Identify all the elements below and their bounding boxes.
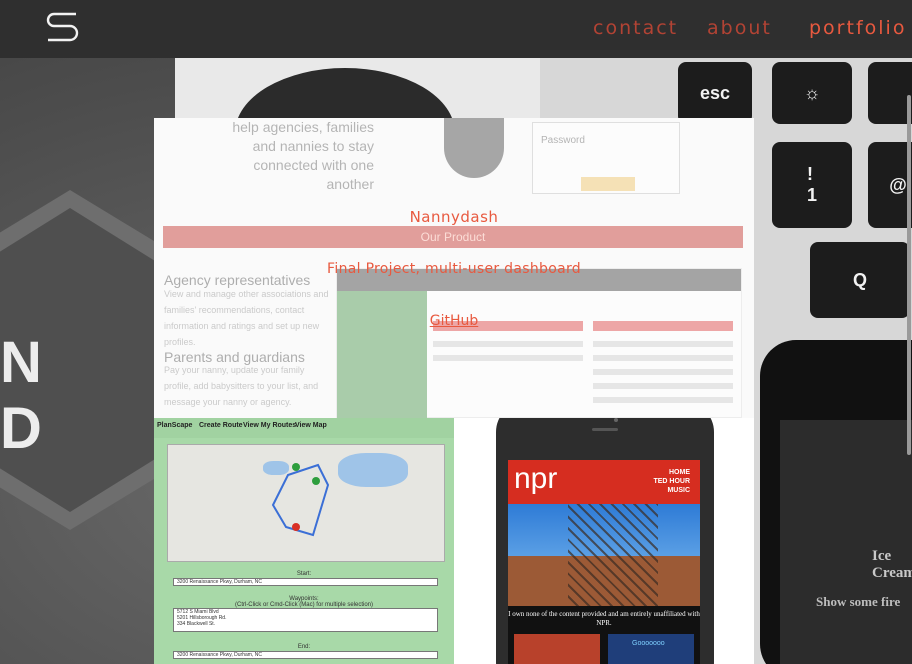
screenshot-text-parents: Pay your nanny, update your family profi… (164, 365, 319, 407)
npr-logo: npr (514, 462, 558, 495)
esc-key: esc (678, 62, 752, 124)
npr-tower (568, 504, 658, 606)
phone-text-fire: Show some fire (816, 594, 901, 609)
project-card-npr[interactable]: npr HOME TED HOUR MUSIC I own none of th… (454, 418, 754, 664)
two-key: @ (868, 142, 912, 228)
one-key: ! 1 (772, 142, 852, 228)
speaker-icon (592, 428, 618, 431)
npr-disclaimer: I own none of the content provided and a… (508, 606, 700, 632)
map-marker-icon (312, 477, 320, 485)
npr-screen: npr HOME TED HOUR MUSIC I own none of th… (508, 460, 700, 664)
npr-thumbnail: Gooooooo (608, 634, 694, 664)
planscape-nav: PlanScape Create Route View My Routes Vi… (154, 418, 454, 438)
background-phone-screen (780, 420, 912, 664)
f2-key (868, 62, 912, 124)
start-label: Start: (296, 571, 312, 577)
npr-header: npr HOME TED HOUR MUSIC (508, 460, 700, 504)
s-monogram-icon[interactable] (45, 11, 79, 45)
github-link[interactable]: GitHub (154, 313, 754, 329)
screenshot-tagline: help agencies, families and nannies to s… (232, 119, 374, 192)
project-description: Final Project, multi-user dashboard (327, 261, 581, 277)
start-select[interactable]: 3200 Renaissance Pkwy, Durham, NC (173, 578, 438, 586)
end-select[interactable]: 3200 Renaissance Pkwy, Durham, NC (173, 651, 438, 659)
map-marker-icon (292, 523, 300, 531)
camera-icon (614, 418, 618, 422)
screenshot-login-box: Password (532, 122, 680, 194)
project-card-nannydash[interactable]: help agencies, families and nannies to s… (154, 118, 754, 418)
screenshot-dashboard (336, 268, 742, 418)
planscape-map (167, 444, 445, 562)
end-label: End: (297, 644, 311, 650)
phone-text-icecream: Ice Cream (872, 548, 912, 581)
screenshot-banner: Our Product (163, 226, 743, 248)
nanny-illustration (444, 118, 504, 178)
top-navbar: contact about portfolio (0, 0, 912, 58)
nav-portfolio-link[interactable]: portfolio (809, 17, 906, 39)
npr-menu: HOME TED HOUR MUSIC (653, 469, 690, 494)
waypoints-list[interactable]: 5712 S Miami Blvd 5201 Hillsborough Rd. … (173, 608, 438, 632)
map-marker-icon (292, 463, 300, 471)
brightness-key: ☼ (772, 62, 852, 124)
sticker-letters: N D (0, 330, 42, 461)
nav-contact-link[interactable]: contact (593, 17, 678, 39)
nav-about-link[interactable]: about (707, 17, 772, 39)
npr-thumbnail (514, 634, 600, 664)
project-card-planscape[interactable]: PlanScape Create Route View My Routes Vi… (154, 418, 454, 664)
project-title: Nannydash (409, 208, 499, 226)
q-key: Q (810, 242, 910, 318)
scrollbar[interactable] (907, 95, 911, 455)
